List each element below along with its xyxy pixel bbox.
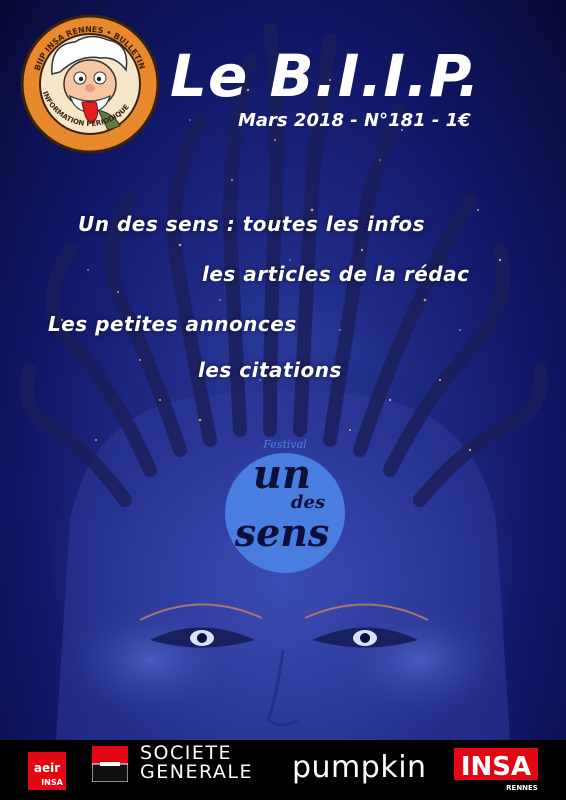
headline-quotes: les citations xyxy=(198,358,342,382)
pumpkin-wordmark: pumpkin xyxy=(292,750,427,785)
headline-classifieds: Les petites annonces xyxy=(48,312,297,336)
insa-logo-icon: INSA RENNES xyxy=(454,748,538,792)
sg-line2: GENERALE xyxy=(140,761,253,783)
headline-articles: les articles de la rédac xyxy=(202,262,470,286)
magazine-cover: BIIP INSA RENNES • BULLETIN INFORMATION … xyxy=(0,0,566,800)
festival-line3: sens xyxy=(234,510,330,555)
aeir-bottom-text: INSA xyxy=(41,778,63,787)
headline-festival-info: Un des sens : toutes les infos xyxy=(78,212,425,236)
societe-generale-logo-icon xyxy=(92,746,128,782)
insa-main-text: INSA xyxy=(461,752,531,782)
magazine-title: Le B.I.I.P. xyxy=(170,42,481,110)
mascot-seal-icon: BIIP INSA RENNES • BULLETIN INFORMATION … xyxy=(20,14,160,154)
aeir-logo-icon: aeir INSA xyxy=(28,752,66,790)
issue-info: Mars 2018 - N°181 - 1€ xyxy=(238,110,471,131)
festival-line1: un xyxy=(253,451,311,498)
festival-small-text: Festival xyxy=(262,438,307,451)
insa-sub-text: RENNES xyxy=(506,784,538,792)
festival-logo-icon: Festival un des sens xyxy=(225,438,345,573)
aeir-top-text: aeir xyxy=(34,761,60,775)
societe-generale-wordmark: SOCIETE GENERALE xyxy=(140,744,253,782)
